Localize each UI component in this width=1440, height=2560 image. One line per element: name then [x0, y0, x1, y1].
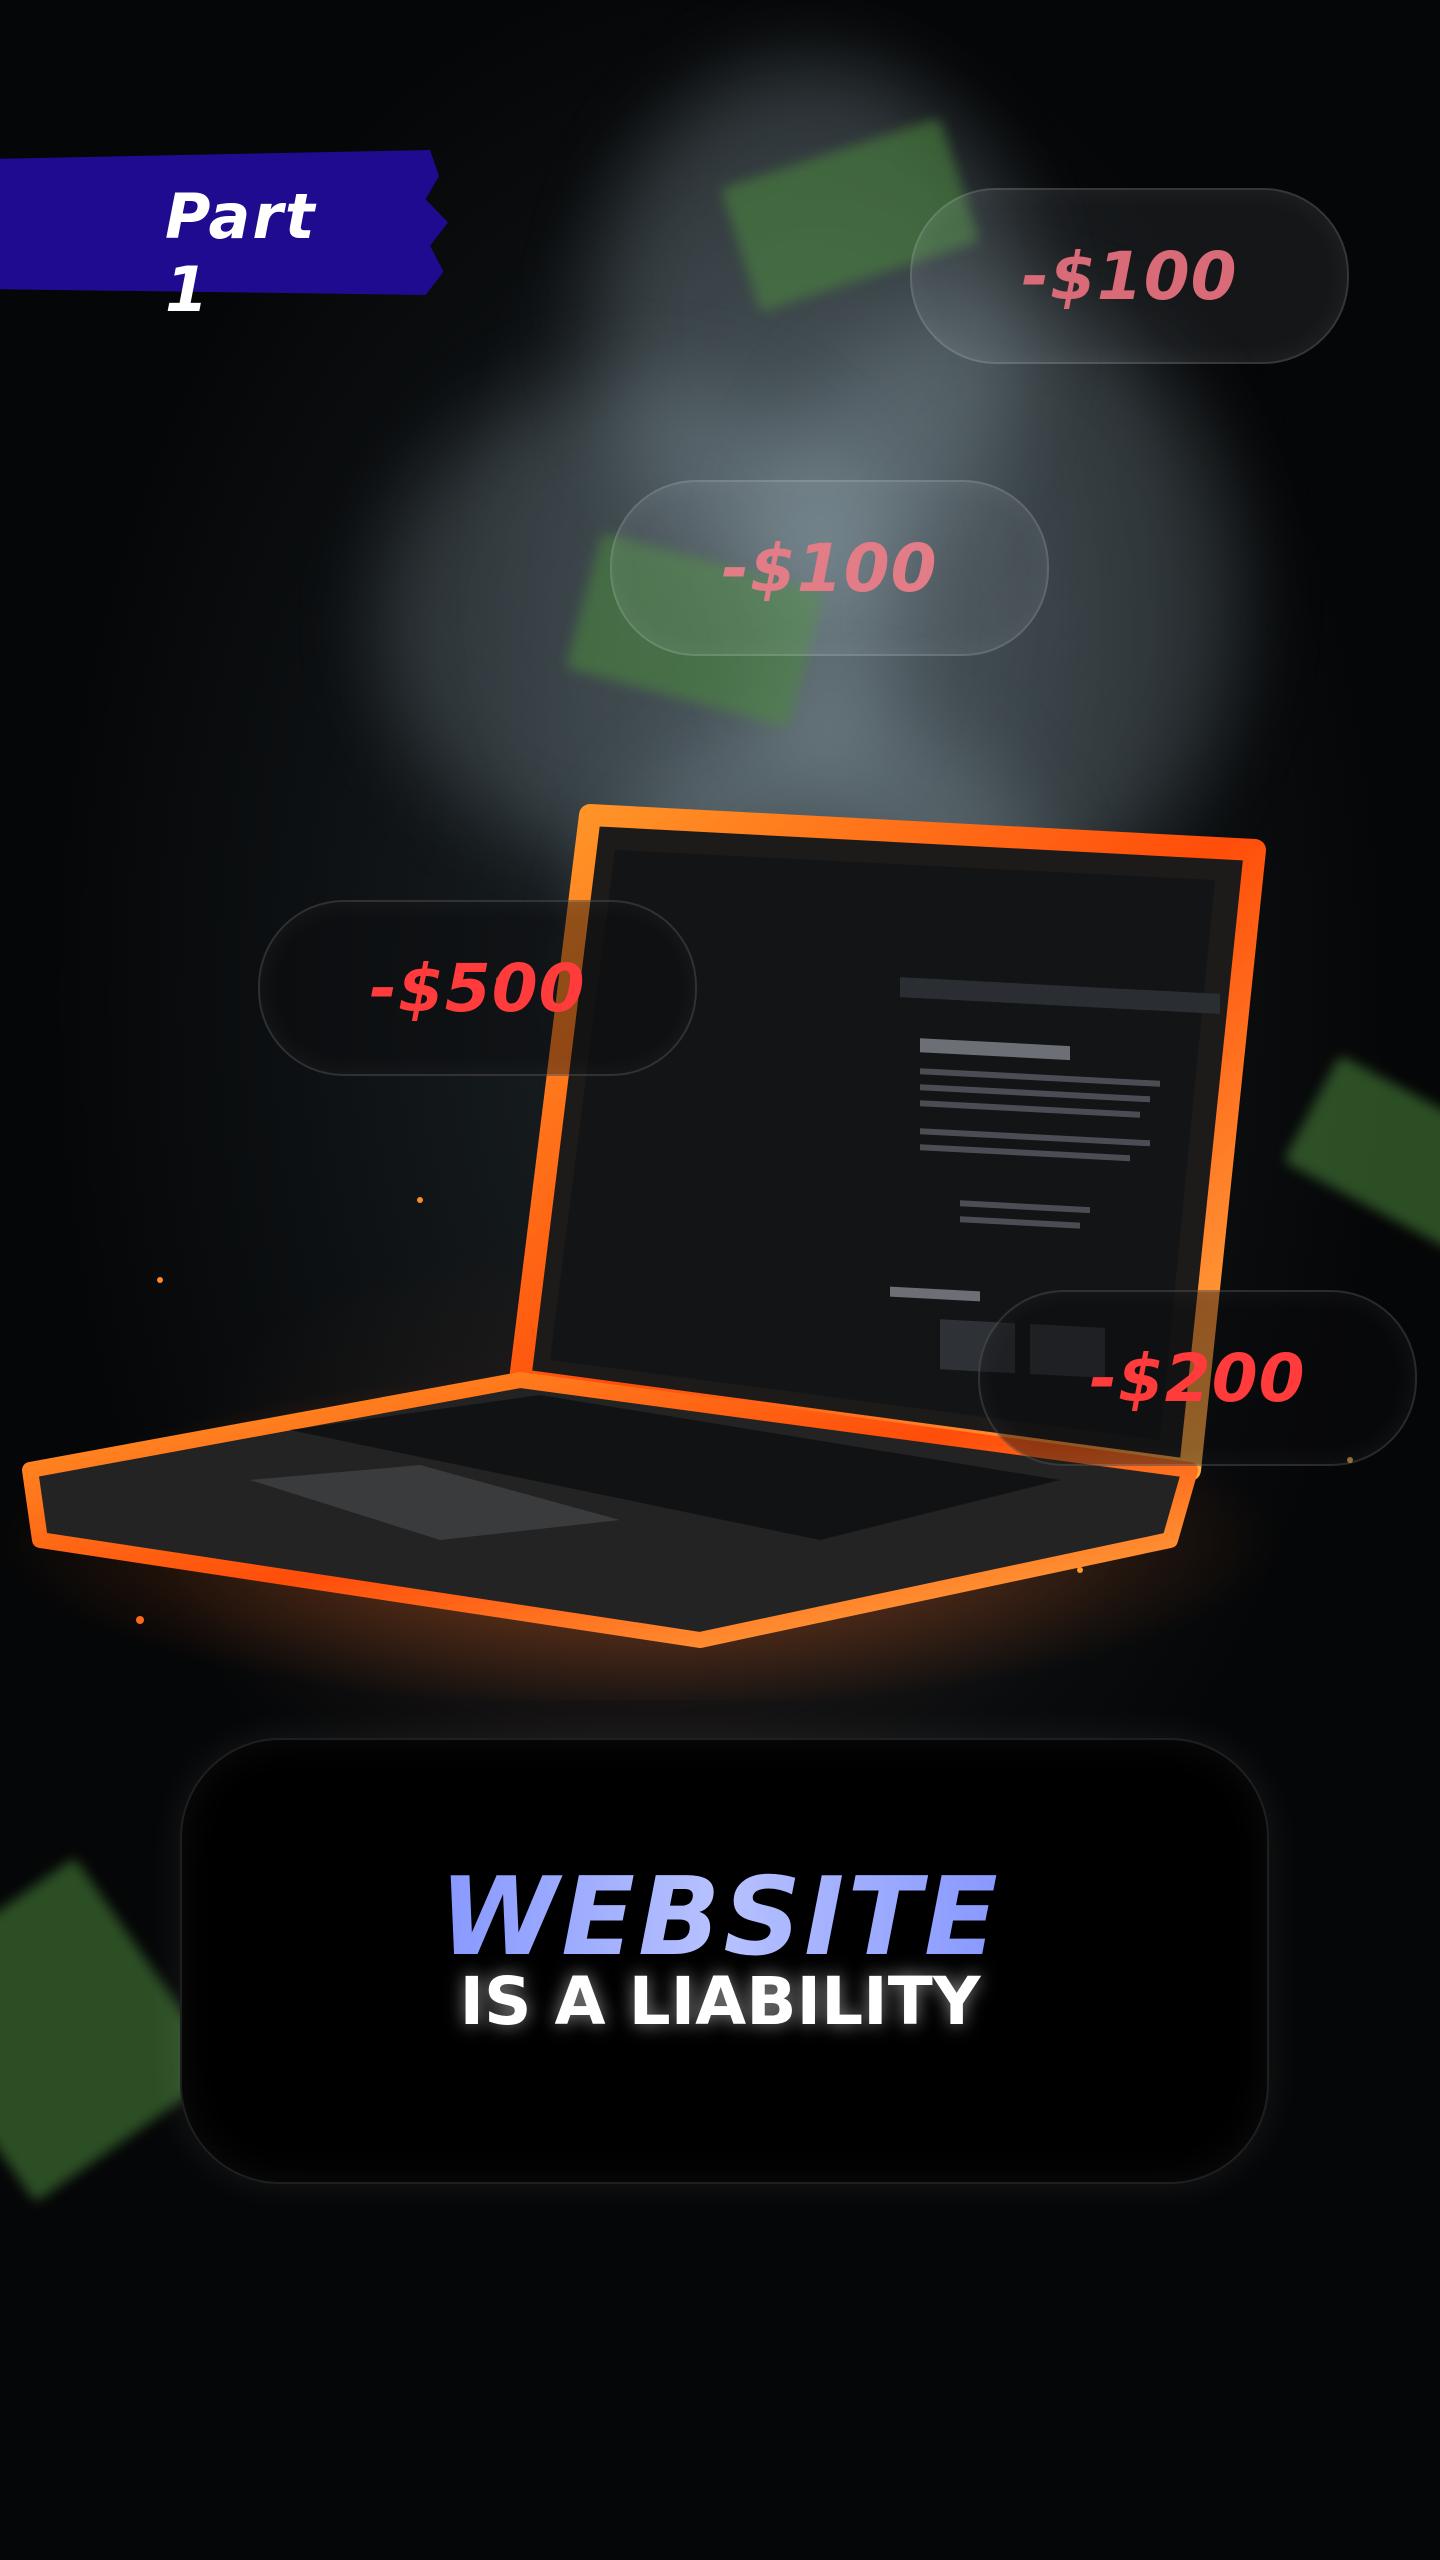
title-subtitle: IS A LIABILITY — [459, 1963, 981, 2040]
title-main: WEBSITE — [0, 1855, 1440, 1980]
cost-tag-value: -$100 — [1021, 237, 1238, 315]
cost-tag-value: -$500 — [369, 949, 586, 1027]
cost-tag-value: -$200 — [1089, 1339, 1306, 1417]
cost-tag: -$200 — [978, 1290, 1417, 1466]
burning-laptop-illustration — [0, 804, 1353, 1700]
part-label: Part 1 — [165, 180, 317, 326]
cost-tag: -$100 — [610, 480, 1049, 656]
cost-tag: -$100 — [910, 188, 1349, 364]
cost-tag-value: -$100 — [721, 529, 938, 607]
cost-tag: -$500 — [258, 900, 697, 1076]
